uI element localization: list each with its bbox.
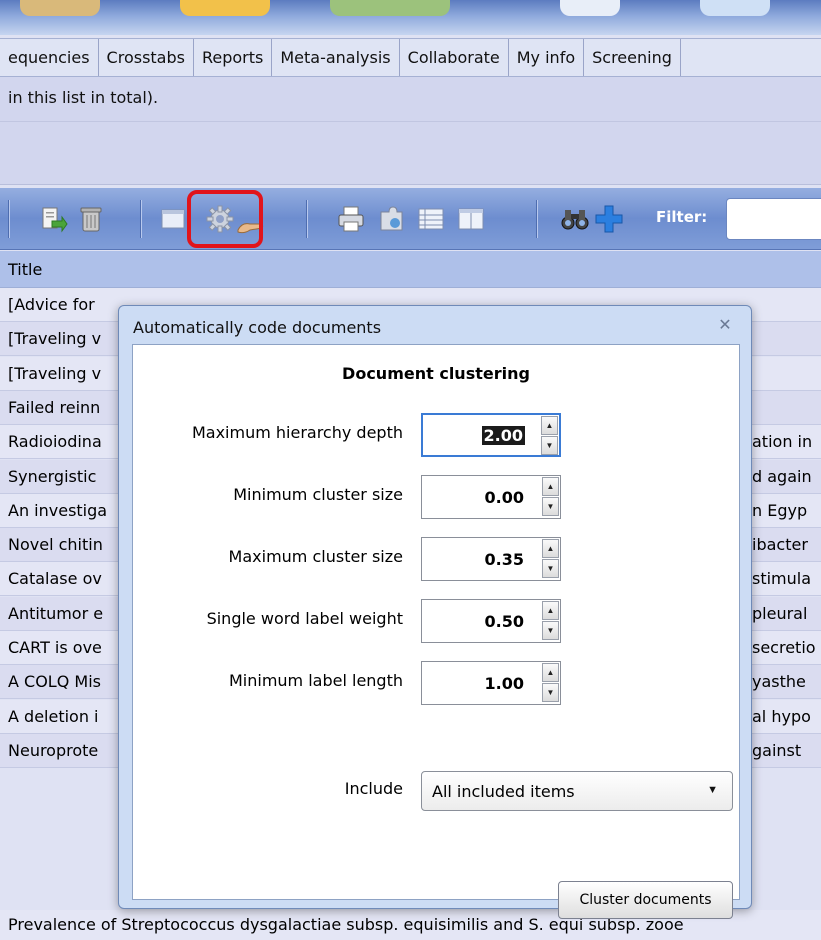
single-word-label-weight-value: 0.50 (484, 612, 524, 631)
max-cluster-size-input[interactable]: 0.35 ▲ ▼ (421, 537, 561, 581)
row-title-end: stimula (752, 569, 812, 589)
grid-header-title[interactable]: Title (0, 251, 821, 288)
dialog-title: Automatically code documents (133, 318, 382, 337)
max-cluster-size-spinner: ▲ ▼ (542, 539, 559, 579)
toolbar-separator (536, 200, 538, 238)
row-title-end: gainst (752, 740, 802, 760)
min-label-length-spinner: ▲ ▼ (542, 663, 559, 703)
list-info-panel: in this list in total). (0, 77, 821, 185)
max-cluster-size-value: 0.35 (484, 550, 524, 569)
max-hierarchy-depth-input[interactable]: 2.00 ▲ ▼ (421, 413, 561, 457)
window-title-strip (0, 0, 821, 35)
spin-up-icon[interactable]: ▲ (541, 416, 558, 435)
tab-reports[interactable]: Reports (194, 39, 273, 76)
tab-frequencies[interactable]: equencies (0, 39, 99, 76)
max-cluster-size-label: Maximum cluster size (228, 547, 403, 566)
min-label-length-input[interactable]: 1.00 ▲ ▼ (421, 661, 561, 705)
dialog-heading: Document clustering (342, 364, 530, 383)
single-word-label-weight-input[interactable]: 0.50 ▲ ▼ (421, 599, 561, 643)
filter-label: Filter: (656, 208, 708, 226)
row-title-start: A COLQ Mis (8, 672, 101, 692)
tab-collaborate[interactable]: Collaborate (400, 39, 509, 76)
spin-down-icon[interactable]: ▼ (542, 683, 559, 702)
print-icon[interactable] (336, 204, 366, 234)
row-title-start: [Advice for (8, 295, 95, 314)
row-title-start: Neuroprote (8, 740, 99, 760)
min-cluster-size-input[interactable]: 0.00 ▲ ▼ (421, 475, 561, 519)
row-title-end: n Egyp (752, 500, 808, 520)
add-icon[interactable] (594, 204, 624, 234)
spin-down-icon[interactable]: ▼ (542, 497, 559, 516)
spin-up-icon[interactable]: ▲ (542, 601, 559, 620)
filter-input[interactable] (726, 198, 821, 240)
include-select-value: All included items (432, 782, 575, 801)
row-title-start: Radioiodina (8, 432, 102, 452)
row-title-end: yasthe (752, 672, 806, 692)
row-title-start: A deletion i (8, 706, 99, 726)
min-label-length-value: 1.00 (484, 674, 524, 693)
chevron-down-icon: ▼ (707, 784, 718, 796)
list-count-text: in this list in total). (8, 88, 159, 107)
max-hierarchy-depth-spinner: ▲ ▼ (541, 416, 558, 456)
spin-down-icon[interactable]: ▼ (542, 621, 559, 640)
tab-meta-analysis[interactable]: Meta-analysis (272, 39, 400, 76)
close-icon[interactable]: ✕ (715, 316, 735, 336)
puzzle-icon[interactable] (376, 204, 406, 234)
spin-up-icon[interactable]: ▲ (542, 663, 559, 682)
min-cluster-size-value: 0.00 (484, 488, 524, 507)
row-title-start: Failed reinn (8, 397, 101, 417)
toolbar-separator (306, 200, 308, 238)
row-title-end: secretio (752, 638, 816, 657)
row-title-start: Catalase ov (8, 569, 102, 589)
spin-down-icon[interactable]: ▼ (541, 436, 558, 455)
title-column-header: Title (8, 260, 43, 279)
row-title-start: [Traveling v (8, 329, 102, 349)
toolbar: Filter: (0, 188, 821, 250)
row-title-end: al hypo (752, 706, 811, 726)
info-divider (0, 121, 821, 122)
tab-my-info[interactable]: My info (509, 39, 585, 76)
toolbar-separator (140, 200, 142, 238)
spin-up-icon[interactable]: ▲ (542, 539, 559, 558)
list-view-icon[interactable] (416, 204, 446, 234)
toolbar-separator (8, 200, 10, 238)
row-title-start: Antitumor e (8, 603, 104, 623)
binoculars-icon[interactable] (560, 204, 590, 234)
window-icon[interactable] (158, 204, 188, 234)
min-cluster-size-label: Minimum cluster size (233, 485, 403, 504)
columns-icon[interactable] (456, 204, 486, 234)
min-cluster-size-spinner: ▲ ▼ (542, 477, 559, 517)
tab-screening[interactable]: Screening (584, 39, 681, 76)
single-word-label-weight-label: Single word label weight (206, 609, 403, 628)
row-title-end: pleural (752, 603, 808, 623)
main-tab-bar: equencies Crosstabs Reports Meta-analysi… (0, 38, 821, 77)
row-title-start: Novel chitin (8, 535, 103, 555)
spin-down-icon[interactable]: ▼ (542, 559, 559, 578)
tab-crosstabs[interactable]: Crosstabs (99, 39, 194, 76)
include-label: Include (344, 779, 403, 798)
trash-icon[interactable] (76, 204, 106, 234)
row-title-end: ation in (752, 432, 813, 452)
min-label-length-label: Minimum label length (228, 671, 403, 690)
row-title-start: [Traveling v (8, 363, 102, 383)
row-title-start: An investiga (8, 500, 108, 520)
gear-highlight-box (187, 190, 263, 248)
row-title-end: d again (752, 466, 812, 486)
single-word-label-weight-spinner: ▲ ▼ (542, 601, 559, 641)
include-select[interactable]: All included items ▼ (421, 771, 733, 811)
row-title-end: ibacter (752, 535, 808, 555)
max-hierarchy-depth-value: 2.00 (481, 426, 525, 445)
row-title-start: Synergistic (8, 466, 97, 486)
dialog-body: Document clustering Maximum hierarchy de… (132, 344, 740, 919)
row-title-start: CART is ove (8, 638, 102, 657)
max-hierarchy-depth-label: Maximum hierarchy depth (191, 423, 403, 442)
cluster-documents-button[interactable]: Cluster documents (558, 881, 733, 919)
export-documents-icon[interactable] (38, 204, 68, 234)
auto-code-dialog: Automatically code documents ✕ Document … (118, 305, 752, 919)
spin-up-icon[interactable]: ▲ (542, 477, 559, 496)
